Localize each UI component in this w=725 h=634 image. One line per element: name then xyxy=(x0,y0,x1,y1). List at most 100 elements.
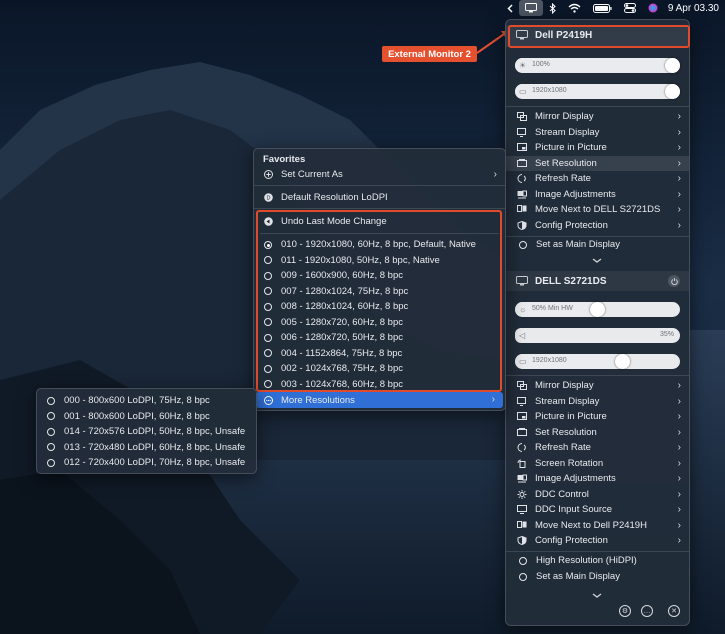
image-adjust-icon xyxy=(517,189,527,199)
more-resolutions[interactable]: More Resolutions › xyxy=(256,392,503,408)
battery-icon[interactable] xyxy=(587,0,618,16)
display2-resolution-slider[interactable]: ▭ 1920x1080 xyxy=(515,354,680,369)
display2-item-set-resolution[interactable]: Set Resolution › xyxy=(506,425,689,440)
display1-brightness-slider[interactable]: ☀ 100% xyxy=(515,58,680,73)
slider-knob[interactable] xyxy=(615,354,630,369)
siri-icon[interactable] xyxy=(642,0,664,16)
image-adjust-icon xyxy=(517,474,527,484)
menu-item-label: Set Current As xyxy=(281,169,343,180)
menu-item-label: Screen Rotation xyxy=(535,457,604,469)
display2-item-ddc-input-source[interactable]: DDC Input Source › xyxy=(506,502,689,517)
menu-item-label: DDC Control xyxy=(535,488,589,500)
chevron-right-icon: › xyxy=(677,126,681,138)
display1-item-image-adjustments[interactable]: Image Adjustments › xyxy=(506,187,689,202)
display2-set-main-display[interactable]: Set as Main Display xyxy=(506,569,689,584)
separator xyxy=(506,375,689,376)
resolution-icon: ▭ xyxy=(519,357,527,366)
rotation-icon xyxy=(517,458,527,468)
slider-knob[interactable] xyxy=(590,302,605,317)
mirror-icon xyxy=(517,381,527,391)
gear-icon[interactable]: ⚙ xyxy=(619,605,631,617)
more-resolutions-submenu: 000 - 800x600 LoDPI, 75Hz, 8 bpc 001 - 80… xyxy=(36,388,257,474)
separator xyxy=(506,106,689,107)
display2-item-picture-in-picture[interactable]: Picture in Picture › xyxy=(506,409,689,424)
menu-item-label: DDC Input Source xyxy=(535,504,613,515)
display2-item-move-next-to-dell-p2419h[interactable]: Move Next to Dell P2419H › xyxy=(506,518,689,533)
menu-item-label: Default Resolution LoDPI xyxy=(281,192,388,203)
separator xyxy=(254,185,505,186)
more-resolution-item[interactable]: 014 - 720x576 LoDPI, 50Hz, 8 bpc, Unsafe xyxy=(37,424,256,439)
set-current-as[interactable]: Set Current As › xyxy=(254,167,505,182)
slider-knob[interactable] xyxy=(665,84,680,99)
display2-header[interactable]: DELL S2721DS xyxy=(506,271,689,291)
favorites-header: Favorites xyxy=(263,154,306,165)
display1-resolution-slider[interactable]: ▭ 1920x1080 xyxy=(515,84,680,99)
menu-item-label: Set Resolution xyxy=(535,426,597,438)
move-icon xyxy=(517,205,527,215)
display1-item-stream-display[interactable]: Stream Display › xyxy=(506,125,689,140)
menu-item-label: More Resolutions xyxy=(281,394,355,406)
display2-item-refresh-rate[interactable]: Refresh Rate › xyxy=(506,440,689,455)
move-icon xyxy=(517,520,527,530)
radio-icon xyxy=(46,396,56,406)
annotation-label: External Monitor 2 xyxy=(382,46,477,62)
display2-volume-slider[interactable]: ◁ 35% xyxy=(515,328,680,343)
radio-icon xyxy=(46,427,56,437)
display2-item-mirror-display[interactable]: Mirror Display › xyxy=(506,378,689,393)
menu-item-label: Config Protection xyxy=(535,219,608,231)
display2-item-screen-rotation[interactable]: Screen Rotation › xyxy=(506,456,689,471)
chevron-right-icon: › xyxy=(677,173,681,184)
display1-item-config-protection[interactable]: Config Protection › xyxy=(506,218,689,233)
resolution-value: 1920x1080 xyxy=(532,87,567,94)
checkmark-circle-icon xyxy=(518,572,528,582)
chevron-right-icon: › xyxy=(677,442,681,453)
more-resolution-item[interactable]: 001 - 800x600 LoDPI, 60Hz, 8 bpc xyxy=(37,409,256,424)
more-resolution-item[interactable]: 013 - 720x480 LoDPI, 60Hz, 8 bpc, Unsafe xyxy=(37,440,256,455)
display2-item-config-protection[interactable]: Config Protection › xyxy=(506,533,689,548)
display2-name: DELL S2721DS xyxy=(535,276,607,287)
wifi-icon[interactable] xyxy=(562,0,587,16)
display1-item-set-resolution[interactable]: Set Resolution › xyxy=(506,155,689,171)
menu-item-label: Move Next to DELL S2721DS xyxy=(535,204,661,215)
display1-item-picture-in-picture[interactable]: Picture in Picture › xyxy=(506,140,689,155)
display2-item-ddc-control[interactable]: DDC Control › xyxy=(506,487,689,502)
more-resolution-item[interactable]: 000 - 800x600 LoDPI, 75Hz, 8 bpc xyxy=(37,393,256,408)
resolution-icon xyxy=(517,158,527,168)
display1-item-mirror-display[interactable]: Mirror Display › xyxy=(506,109,689,124)
display2-hidpi[interactable]: High Resolution (HiDPI) xyxy=(506,553,689,568)
display1-item-move-next-to-dell-s2721ds[interactable]: Move Next to DELL S2721DS › xyxy=(506,202,689,217)
menu-item-label: Refresh Rate xyxy=(535,442,591,453)
menu-item-label: Config Protection xyxy=(535,535,608,546)
checkmark-circle-icon xyxy=(518,556,528,566)
display2-item-image-adjustments[interactable]: Image Adjustments › xyxy=(506,471,689,486)
bluetooth-icon[interactable] xyxy=(543,0,562,16)
pip-icon xyxy=(517,143,527,153)
more-resolution-item[interactable]: 012 - 720x400 LoDPI, 70Hz, 8 bpc, Unsafe xyxy=(37,455,256,470)
display2-brightness-slider[interactable]: ☼ 50% Min HW xyxy=(515,302,680,317)
power-icon[interactable] xyxy=(668,275,680,287)
chevron-down-icon[interactable] xyxy=(592,590,602,601)
menubar-clock[interactable]: 9 Apr 03.30 xyxy=(664,3,725,14)
menu-item-label: Stream Display xyxy=(535,126,600,138)
close-icon[interactable]: ✕ xyxy=(668,605,680,617)
speaker-icon: ◁ xyxy=(519,331,526,340)
more-icon[interactable]: … xyxy=(641,605,653,617)
chevron-left-icon[interactable] xyxy=(501,0,519,16)
stream-icon xyxy=(517,396,527,406)
chevron-right-icon: › xyxy=(677,426,681,438)
mirror-icon xyxy=(517,112,527,122)
display1-item-refresh-rate[interactable]: Refresh Rate › xyxy=(506,171,689,186)
display-icon[interactable] xyxy=(518,0,543,16)
input-source-icon xyxy=(517,505,527,515)
mode-label: 012 - 720x400 LoDPI, 70Hz, 8 bpc, Unsafe xyxy=(64,457,246,468)
chevron-right-icon: › xyxy=(677,157,681,169)
control-center-icon[interactable] xyxy=(618,0,642,16)
chevron-right-icon: › xyxy=(677,519,681,531)
menu-item-label: Picture in Picture xyxy=(535,411,607,422)
slider-knob[interactable] xyxy=(665,58,680,73)
chevron-down-icon[interactable] xyxy=(592,255,602,266)
default-resolution-lodpi[interactable]: D Default Resolution LoDPI xyxy=(254,190,505,205)
separator xyxy=(254,208,505,209)
display2-item-stream-display[interactable]: Stream Display › xyxy=(506,394,689,409)
display1-set-main-display[interactable]: Set as Main Display xyxy=(506,237,689,252)
